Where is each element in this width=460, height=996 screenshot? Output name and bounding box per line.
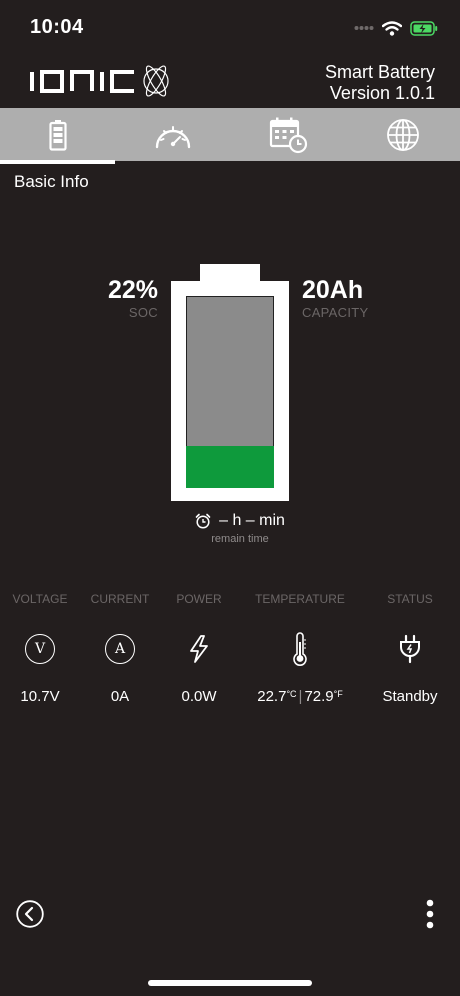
thermometer-icon xyxy=(293,632,307,666)
section-title: Basic Info xyxy=(14,172,89,191)
battery-charging-icon xyxy=(410,20,438,36)
ionic-logo-icon xyxy=(30,65,169,97)
ionic-logo xyxy=(28,62,170,105)
status-label: STATUS xyxy=(387,592,433,606)
speedometer-icon xyxy=(155,125,190,148)
metric-temperature: TEMPERATURE 22.7°C | 72.9°F xyxy=(236,592,364,705)
capacity-label: CAPACITY xyxy=(302,305,369,320)
tab-calendar[interactable] xyxy=(230,108,345,161)
battery-icon xyxy=(48,119,67,151)
remain-time-label: remain time xyxy=(211,533,269,545)
status-value: Standby xyxy=(382,688,438,705)
app-title-block: Smart Battery Version 1.0.1 xyxy=(325,62,435,104)
soc-block: 22% SOC xyxy=(90,276,158,320)
power-label: POWER xyxy=(176,592,222,606)
calendar-clock-icon xyxy=(269,117,307,153)
more-vertical-icon xyxy=(426,899,434,929)
power-value: 0.0W xyxy=(181,688,217,705)
tab-battery[interactable] xyxy=(0,108,115,161)
tab-globe[interactable] xyxy=(345,108,460,161)
status-time: 10:04 xyxy=(30,16,84,38)
capacity-block: 20Ah CAPACITY xyxy=(302,276,392,320)
app-version: Version 1.0.1 xyxy=(329,83,435,103)
voltage-icon: V xyxy=(25,634,55,664)
plug-icon xyxy=(400,634,420,664)
celsius-unit: °C xyxy=(286,689,297,699)
globe-icon xyxy=(386,118,419,151)
remain-time-block: – h – min remain time xyxy=(150,512,330,545)
chevron-left-circle-icon xyxy=(16,900,44,928)
tab-bar xyxy=(0,108,460,161)
fahrenheit-unit: °F xyxy=(333,689,343,699)
soc-label: SOC xyxy=(128,305,158,320)
current-icon: A xyxy=(105,634,135,664)
metric-status: STATUS Standby xyxy=(364,592,456,705)
temperature-value: 22.7°C | 72.9°F xyxy=(236,688,364,705)
temperature-label: TEMPERATURE xyxy=(255,592,345,606)
more-options-button[interactable] xyxy=(420,898,440,932)
metrics-row: VOLTAGE V 10.7V CURRENT A 0A POWER 0.0W … xyxy=(0,592,460,712)
temperature-fahrenheit: 72.9 xyxy=(304,688,334,705)
home-indicator[interactable] xyxy=(148,980,312,986)
temperature-separator: | xyxy=(298,688,303,705)
wifi-icon xyxy=(382,20,402,36)
status-icons xyxy=(354,18,438,38)
remain-time-value: – h – min xyxy=(219,512,285,529)
active-tab-indicator xyxy=(0,160,115,164)
back-button[interactable] xyxy=(16,900,44,928)
app-title: Smart Battery xyxy=(324,62,435,82)
temperature-celsius: 22.7 xyxy=(257,688,287,705)
battery-charge-level xyxy=(186,446,274,488)
metric-power: POWER 0.0W xyxy=(153,592,245,705)
signal-dots-icon xyxy=(354,26,374,30)
lightning-icon xyxy=(190,635,208,663)
soc-value: 22% xyxy=(107,276,158,304)
alarm-clock-icon xyxy=(195,513,211,529)
tab-gauge[interactable] xyxy=(115,108,230,161)
capacity-value: 20Ah xyxy=(302,276,364,304)
